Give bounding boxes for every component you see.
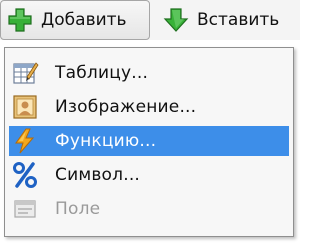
add-button-label: Добавить xyxy=(41,10,127,30)
menu-item-label: Поле xyxy=(55,199,101,219)
add-dropdown-menu: Таблицу... Изображение... Функцию... Сим… xyxy=(4,47,294,237)
percent-icon xyxy=(11,161,39,189)
menu-item-label: Таблицу... xyxy=(55,63,149,83)
menu-item-symbol[interactable]: Символ... xyxy=(9,160,289,190)
app-screen: Добавить Вставить Таблицу... Изображение… xyxy=(0,0,300,244)
lightning-icon xyxy=(11,127,39,155)
table-icon xyxy=(11,59,39,87)
paste-button[interactable]: Вставить xyxy=(157,0,300,40)
menu-item-function[interactable]: Функцию... xyxy=(9,126,289,156)
menu-item-label: Функцию... xyxy=(55,131,157,151)
add-button[interactable]: Добавить xyxy=(0,0,150,40)
toolbar: Добавить Вставить xyxy=(0,0,300,40)
menu-item-label: Символ... xyxy=(55,165,141,185)
field-icon xyxy=(11,195,39,223)
plus-icon xyxy=(7,7,33,33)
menu-item-label: Изображение... xyxy=(55,97,197,117)
menu-item-field[interactable]: Поле xyxy=(9,194,289,224)
paste-button-label: Вставить xyxy=(197,10,280,30)
menu-item-table[interactable]: Таблицу... xyxy=(9,58,289,88)
menu-item-image[interactable]: Изображение... xyxy=(9,92,289,122)
image-icon xyxy=(11,93,39,121)
down-arrow-icon xyxy=(163,7,189,33)
